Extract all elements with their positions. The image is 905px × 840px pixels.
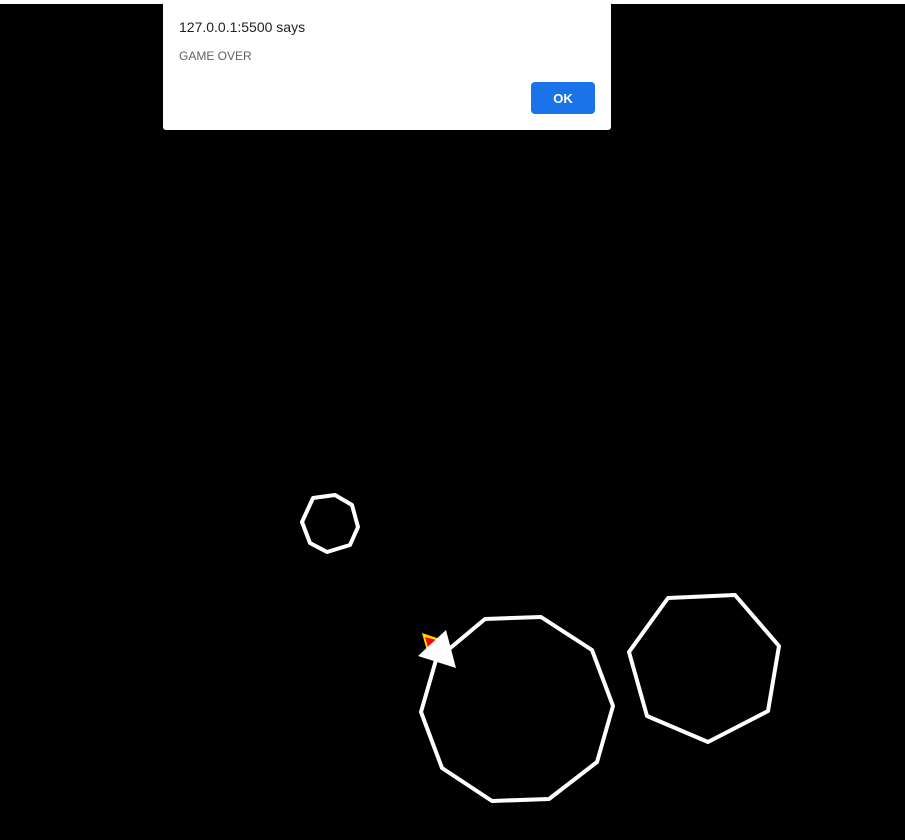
asteroid-medium xyxy=(627,593,781,744)
ok-button[interactable]: OK xyxy=(531,82,595,114)
asteroid-small xyxy=(300,493,360,554)
alert-message: GAME OVER xyxy=(179,49,252,63)
alert-dialog: 127.0.0.1:5500 says GAME OVER OK xyxy=(163,0,611,130)
alert-origin-text: 127.0.0.1:5500 says xyxy=(179,19,306,35)
